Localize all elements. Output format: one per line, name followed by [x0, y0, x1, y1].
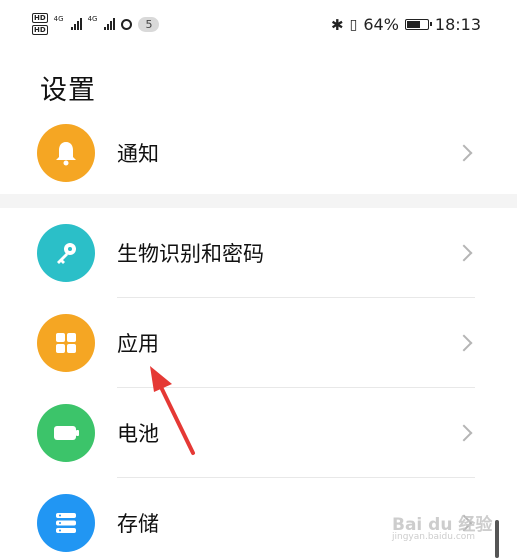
settings-item-notifications[interactable]: 通知 [0, 108, 517, 198]
status-bar-right: ✱ ▯ 64% 18:13 [331, 15, 481, 34]
settings-item-label: 通知 [117, 142, 159, 166]
page-title: 设置 [40, 75, 96, 106]
signal-strength-icon-1 [70, 18, 82, 30]
network-type-2: 4G [87, 15, 98, 23]
chevron-right-icon [455, 244, 473, 262]
signal-strength-icon-2 [104, 18, 116, 30]
section-separator [0, 194, 517, 208]
settings-item-label: 存储 [117, 512, 159, 536]
apps-grid-icon [37, 314, 95, 372]
clock-time: 18:13 [434, 15, 481, 34]
bell-icon [37, 124, 95, 182]
watermark-url: jingyan.baidu.com [392, 532, 476, 542]
hd-badge-2: HD [32, 25, 48, 35]
battery-status-icon [404, 19, 432, 30]
status-bar: HD HD 4G 4G 5 ✱ ▯ 64% 18:13 [0, 0, 517, 52]
bluetooth-icon: ✱ [331, 15, 344, 34]
settings-item-label: 生物识别和密码 [117, 242, 264, 266]
settings-item-apps[interactable]: 应用 [0, 298, 517, 388]
hd-badge-1: HD [32, 13, 48, 23]
alarm-clock-icon [121, 18, 133, 30]
scrollbar[interactable] [495, 520, 499, 558]
key-icon [37, 224, 95, 282]
vibrate-icon: ▯ [349, 16, 358, 33]
network-type-1: 4G [53, 15, 64, 23]
hd-indicators: HD HD [32, 13, 48, 35]
status-bar-left: HD HD 4G 4G 5 [32, 13, 160, 35]
settings-item-label: 电池 [117, 422, 159, 446]
settings-item-biometrics-password[interactable]: 生物识别和密码 [0, 208, 517, 298]
battery-icon [37, 404, 95, 462]
chevron-right-icon [455, 334, 473, 352]
settings-screen: HD HD 4G 4G 5 ✱ ▯ 64% 18:13 设置 通知 生物识别和密… [0, 0, 517, 558]
battery-percent: 64% [363, 15, 399, 34]
settings-item-label: 应用 [117, 332, 159, 356]
chevron-right-icon [455, 424, 473, 442]
settings-item-battery[interactable]: 电池 [0, 388, 517, 478]
notification-count-badge: 5 [138, 16, 160, 32]
storage-icon [37, 494, 95, 552]
chevron-right-icon [455, 144, 473, 162]
